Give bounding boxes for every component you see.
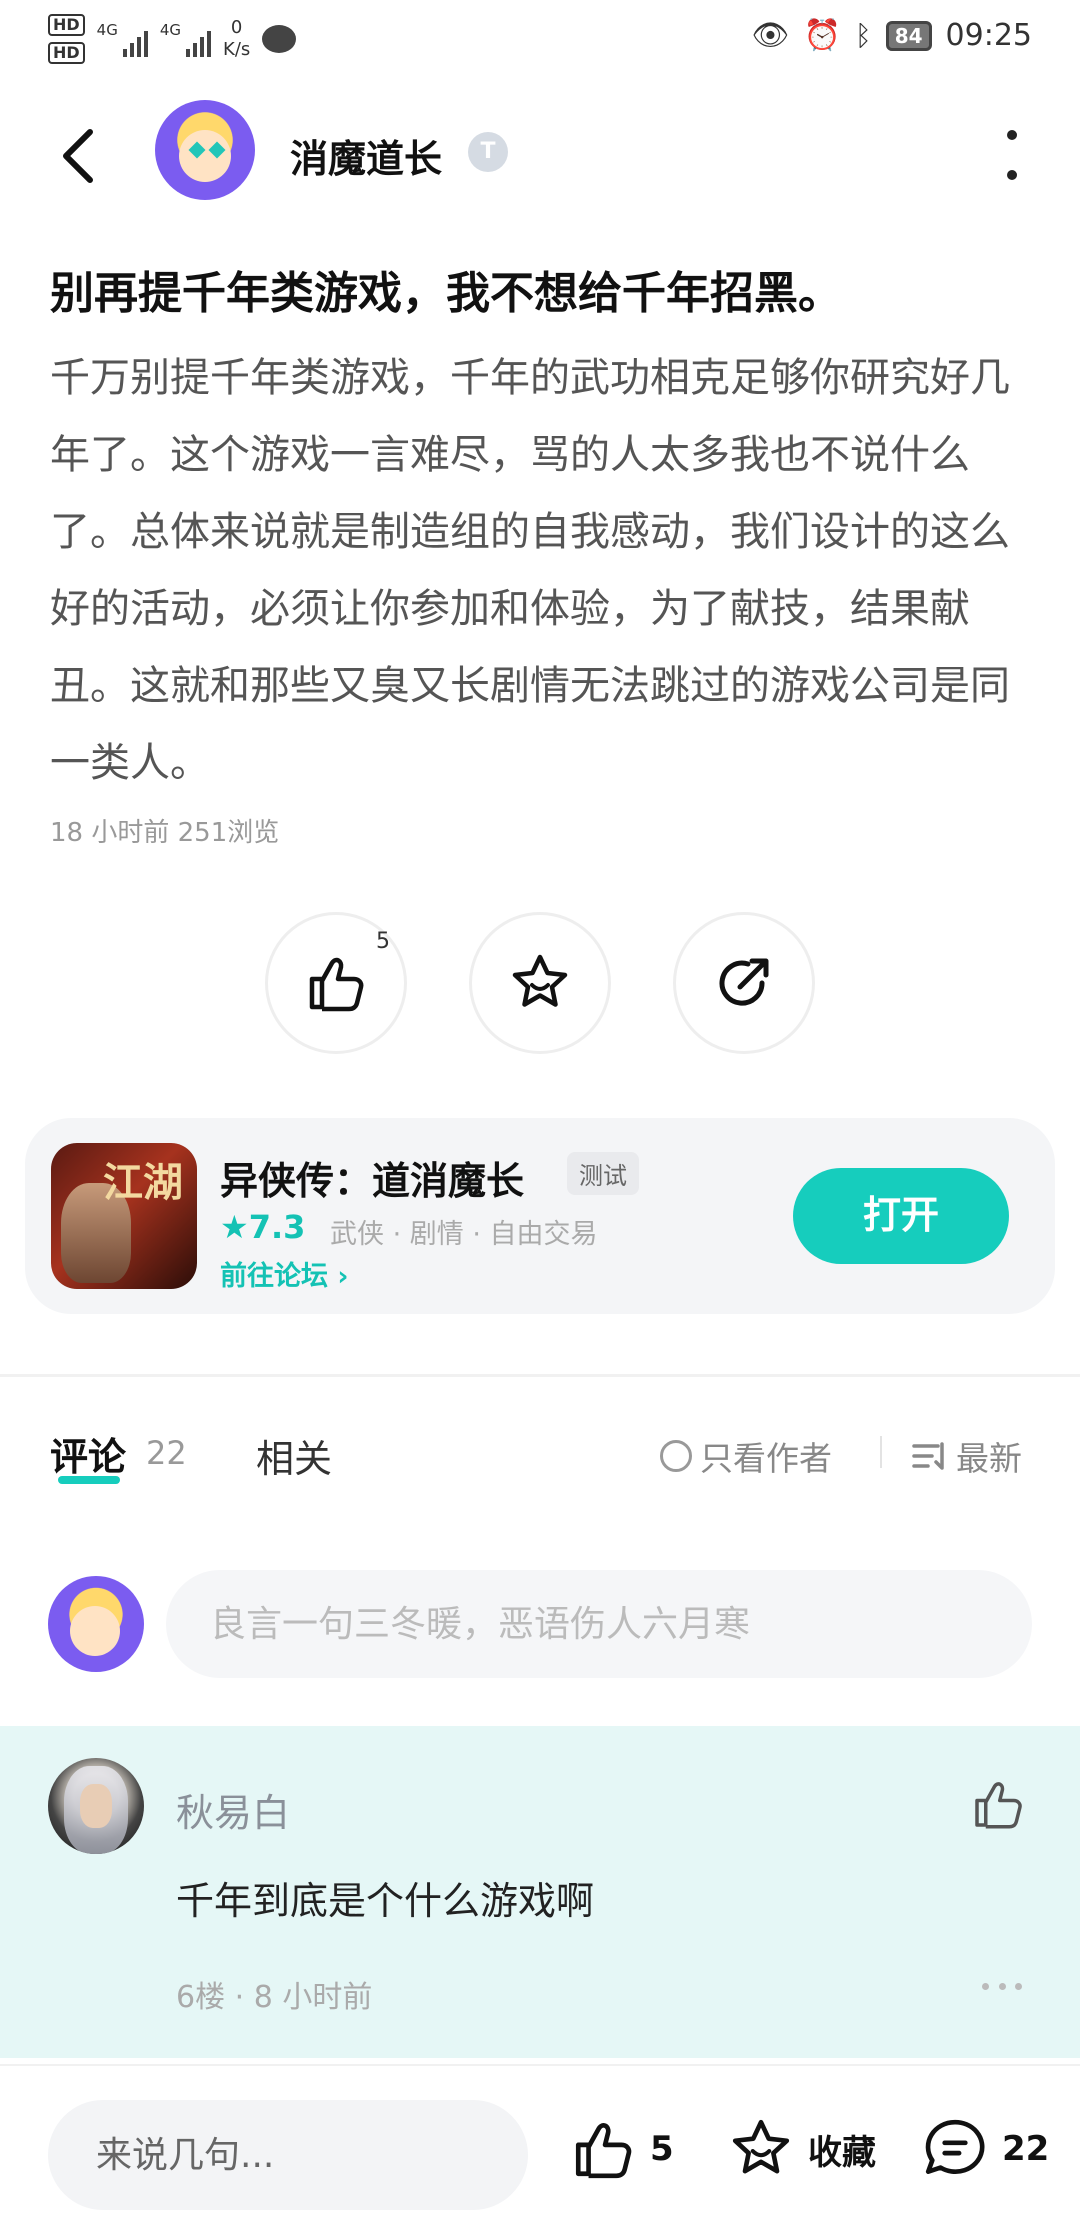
comment-meta: 6楼 · 8 小时前: [176, 1980, 373, 2015]
post-actions: 5: [265, 912, 815, 1057]
like-button[interactable]: 5: [265, 912, 407, 1054]
hd-indicator-2: HD: [48, 42, 85, 64]
radio-icon: [660, 1440, 692, 1472]
tab-related[interactable]: 相关: [256, 1428, 332, 1483]
battery-icon: 84: [885, 20, 932, 51]
comment-input[interactable]: [166, 1570, 1032, 1678]
more-options-button[interactable]: [1000, 130, 1024, 180]
clock-time: 09:25: [945, 18, 1032, 53]
like-count: 5: [376, 929, 390, 954]
tab-comments-count: 22: [146, 1434, 187, 1472]
thumbs-up-icon: [575, 2123, 632, 2179]
network-type-1: 4G: [96, 21, 118, 39]
active-tab-indicator: [58, 1476, 120, 1484]
author-only-label: 只看作者: [700, 1439, 832, 1478]
star-icon: [512, 954, 568, 1007]
tab-comments[interactable]: 评论: [50, 1426, 126, 1481]
hd-indicators: HD HD: [48, 14, 85, 64]
signal-icon-2: 4G: [159, 21, 212, 57]
game-name[interactable]: 异侠传：道消魔长: [220, 1150, 524, 1205]
bottom-like-button[interactable]: 5: [570, 2116, 674, 2182]
share-button[interactable]: [673, 912, 815, 1054]
thumbs-up-icon: [975, 1782, 1022, 1829]
author-level-badge: T: [468, 132, 508, 172]
bottom-bar: 5 收藏 22: [0, 2064, 1080, 2240]
sort-button[interactable]: 最新: [912, 1432, 1022, 1480]
post-body: 千万别提千年类游戏，千年的武功相克足够你研究好几年了。这个游戏一言难尽，骂的人太…: [50, 355, 1010, 786]
share-icon: [719, 958, 769, 1006]
comment-more-button[interactable]: [982, 1980, 1022, 1992]
network-speed-unit: K/s: [223, 39, 251, 60]
message-notification-icon: [262, 25, 297, 53]
post-meta: 18 小时前 251浏览: [50, 818, 280, 848]
network-type-2: 4G: [159, 21, 182, 39]
hd-indicator-1: HD: [48, 14, 85, 36]
eye-icon: 👁: [751, 18, 790, 53]
status-left: HD HD 4G 4G 0 K/s: [48, 14, 297, 64]
sort-icon: [912, 1442, 944, 1470]
alarm-icon: ⏰: [803, 18, 841, 53]
open-game-button[interactable]: 打开: [793, 1168, 1009, 1264]
game-card[interactable]: 江湖 异侠传：道消魔长 测试 ★7.3 武侠 · 剧情 · 自由交易 前往论坛 …: [25, 1118, 1055, 1314]
favorite-button[interactable]: [469, 912, 611, 1054]
back-arrow-icon: [63, 129, 93, 183]
author-only-filter[interactable]: 只看作者: [660, 1432, 832, 1480]
bottom-comment-count: 22: [1002, 2129, 1050, 2169]
sort-label: 最新: [956, 1439, 1022, 1478]
signal-icon-1: 4G: [97, 21, 148, 57]
bluetooth-icon: ᛒ: [854, 19, 872, 52]
post-title: 别再提千年类游戏，我不想给千年招黑。: [50, 268, 842, 319]
status-right: 👁 ⏰ ᛒ 84 09:25: [751, 18, 1032, 53]
game-rating: ★7.3: [220, 1208, 306, 1246]
author-name[interactable]: 消魔道长: [290, 128, 442, 183]
author-avatar[interactable]: [155, 100, 255, 200]
post-header: 消魔道长 T: [0, 90, 1080, 220]
comment-tabs: 评论 22 相关 只看作者 最新: [0, 1420, 1080, 1500]
current-user-avatar: [48, 1576, 144, 1672]
back-button[interactable]: [54, 126, 104, 186]
comment-like-button[interactable]: [970, 1776, 1026, 1832]
section-divider: [0, 1374, 1080, 1377]
game-test-tag: 测试: [567, 1152, 639, 1195]
filter-separator: [880, 1436, 882, 1468]
bottom-comment-button[interactable]: 22: [922, 2116, 1049, 2182]
go-to-forum-link[interactable]: 前往论坛 ›: [220, 1254, 349, 1293]
comment-icon: [925, 2119, 985, 2175]
commenter-name[interactable]: 秋易白: [176, 1782, 290, 1837]
star-icon: [732, 2119, 790, 2174]
comment-text: 千年到底是个什么游戏啊: [176, 1879, 595, 1923]
commenter-avatar[interactable]: [48, 1758, 144, 1854]
network-speed-value: 0: [230, 17, 243, 38]
status-bar: HD HD 4G 4G 0 K/s 👁 ⏰ ᛒ 84 09:25: [0, 0, 1080, 80]
bottom-favorite-button[interactable]: 收藏: [728, 2116, 876, 2182]
game-icon[interactable]: 江湖: [51, 1143, 197, 1289]
thumbs-up-icon: [309, 957, 364, 1012]
game-genres: 武侠 · 剧情 · 自由交易: [330, 1219, 598, 1250]
bottom-favorite-label: 收藏: [808, 2132, 876, 2173]
comment-item[interactable]: 秋易白 千年到底是个什么游戏啊 6楼 · 8 小时前: [0, 1726, 1080, 2058]
game-icon-text: 江湖: [103, 1159, 183, 1206]
network-speed: 0 K/s: [223, 17, 250, 61]
reply-input[interactable]: [48, 2100, 528, 2210]
bottom-like-count: 5: [650, 2129, 674, 2169]
